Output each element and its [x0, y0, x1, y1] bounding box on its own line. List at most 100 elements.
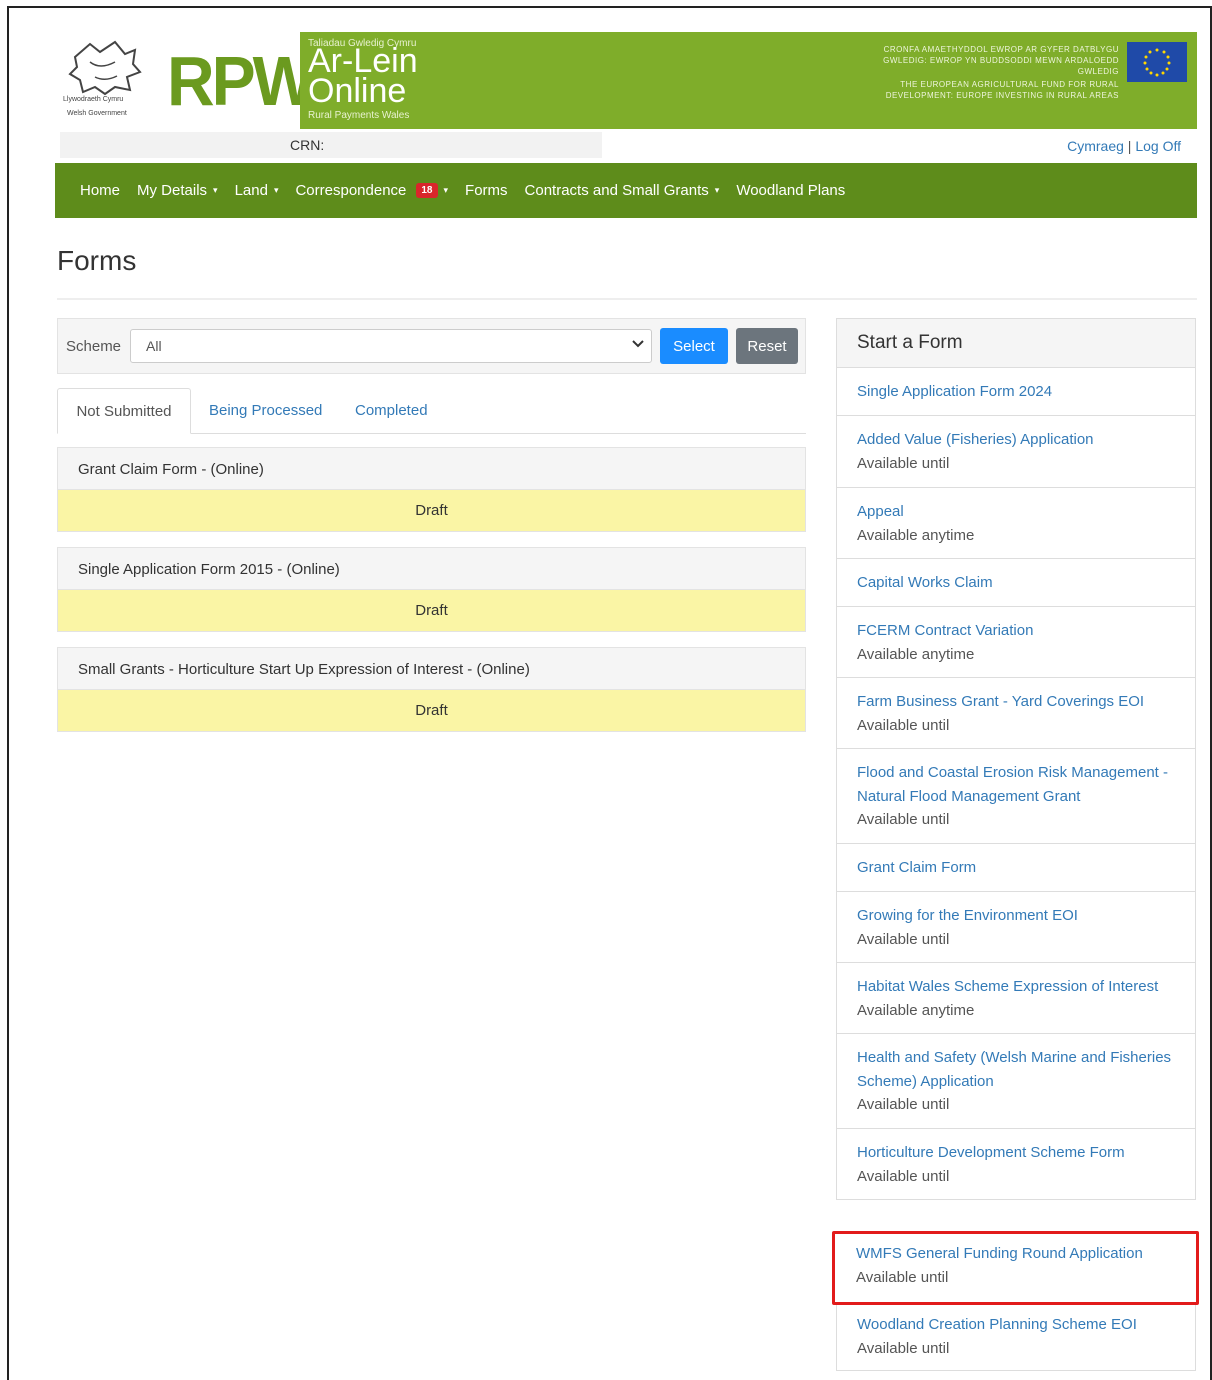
draft-card-title: Single Application Form 2015 - (Online)	[58, 548, 805, 590]
title-divider	[57, 298, 1197, 300]
form-availability: Available until	[857, 454, 950, 472]
form-list-item: Added Value (Fisheries) Application Avai…	[837, 416, 1195, 488]
gov-name-en: Welsh Government	[67, 110, 127, 117]
form-list-item: Flood and Coastal Erosion Risk Managemen…	[837, 749, 1195, 844]
nav-my-details-label: My Details	[137, 182, 208, 199]
form-link[interactable]: Woodland Creation Planning Scheme EOI	[857, 1313, 1195, 1337]
account-links: Cymraeg | Log Off	[1067, 138, 1181, 154]
nav-woodland-label: Woodland Plans	[736, 182, 846, 199]
site-header: Llywodraeth Cymru Welsh Government RPW T…	[45, 29, 1197, 132]
form-link[interactable]: Flood and Coastal Erosion Risk Managemen…	[857, 761, 1179, 808]
draft-status: Draft	[58, 690, 805, 731]
eu-funding-text: CRONFA AMAETHYDDOL EWROP AR GYFER DATBLY…	[869, 44, 1119, 101]
form-list-item: Capital Works Claim	[837, 559, 1195, 607]
form-list-item: Appeal Available anytime	[837, 488, 1195, 559]
form-availability: Available until	[857, 811, 950, 828]
scheme-label: Scheme	[66, 338, 122, 355]
crn-label: CRN:	[290, 137, 325, 153]
nav-land[interactable]: Land ▾	[235, 182, 279, 199]
page-title: Forms	[57, 245, 137, 276]
scheme-select[interactable]: All	[130, 329, 652, 363]
draft-card[interactable]: Small Grants - Horticulture Start Up Exp…	[57, 647, 806, 732]
start-form-heading: Start a Form	[837, 319, 1195, 368]
tab-completed[interactable]: Completed	[355, 388, 428, 434]
select-button[interactable]: Select	[660, 328, 728, 364]
form-link[interactable]: Appeal	[857, 500, 1195, 524]
form-availability: Available anytime	[857, 645, 975, 663]
eu-text-en: THE EUROPEAN AGRICULTURAL FUND FOR RURAL…	[885, 80, 1119, 100]
draft-card[interactable]: Grant Claim Form - (Online) Draft	[57, 447, 806, 532]
nav-contracts-label: Contracts and Small Grants	[524, 182, 709, 199]
form-link[interactable]: FCERM Contract Variation	[857, 619, 1195, 643]
nav-home[interactable]: Home	[80, 182, 120, 199]
form-availability: Available until	[857, 1167, 950, 1185]
nav-contracts[interactable]: Contracts and Small Grants ▾	[525, 182, 720, 199]
main-nav: Home My Details ▾ Land ▾ Correspondence 18 ▾…	[55, 163, 1197, 218]
form-availability: Available anytime	[857, 1001, 975, 1019]
logoff-link[interactable]: Log Off	[1135, 138, 1181, 154]
form-availability: Available until	[857, 1339, 950, 1357]
crn-background	[60, 132, 602, 158]
rpw-subtitle: Rural Payments Wales	[308, 110, 410, 121]
chevron-down-icon	[631, 336, 645, 353]
draft-card-title: Small Grants - Horticulture Start Up Exp…	[58, 648, 805, 690]
form-link[interactable]: Grant Claim Form	[857, 856, 1195, 880]
form-link[interactable]: Farm Business Grant - Yard Coverings EOI	[857, 690, 1195, 714]
form-link[interactable]: Horticulture Development Scheme Form	[857, 1141, 1195, 1165]
nav-my-details[interactable]: My Details ▾	[137, 182, 218, 199]
form-list-item: Single Application Form 2024	[837, 368, 1195, 416]
form-link[interactable]: Capital Works Claim	[857, 571, 1195, 595]
scheme-filter: Scheme All Select Reset	[57, 318, 806, 374]
draft-card[interactable]: Single Application Form 2015 - (Online) …	[57, 547, 806, 632]
draft-status: Draft	[58, 490, 805, 531]
nav-correspondence[interactable]: Correspondence 18 ▾	[295, 182, 448, 199]
nav-woodland-plans[interactable]: Woodland Plans	[736, 182, 845, 199]
draft-status: Draft	[58, 590, 805, 631]
form-link[interactable]: Health and Safety (Welsh Marine and Fish…	[857, 1046, 1179, 1093]
caret-down-icon: ▾	[443, 185, 449, 195]
rpw-logo[interactable]: RPW	[155, 29, 315, 132]
caret-down-icon: ▾	[273, 185, 279, 195]
arlein-banner: Taliadau Gwledig Cymru Ar-Lein Online Ru…	[300, 32, 1197, 129]
form-availability: Available anytime	[857, 526, 975, 544]
form-link[interactable]: Added Value (Fisheries) Application	[857, 428, 1195, 452]
nav-home-label: Home	[80, 182, 121, 199]
form-link[interactable]: Single Application Form 2024	[857, 380, 1195, 404]
reset-button[interactable]: Reset	[736, 328, 798, 364]
nav-land-label: Land	[234, 182, 268, 199]
form-list-item: Horticulture Development Scheme Form Ava…	[837, 1129, 1195, 1199]
red-highlight-box	[832, 1231, 1199, 1305]
draft-card-title: Grant Claim Form - (Online)	[58, 448, 805, 490]
form-list-item: Farm Business Grant - Yard Coverings EOI…	[837, 678, 1195, 749]
nav-forms-label: Forms	[465, 182, 508, 199]
status-tabs: Not Submitted Being Processed Completed	[57, 388, 806, 434]
form-availability: Available until	[857, 930, 950, 948]
nav-correspondence-label: Correspondence	[295, 182, 407, 199]
tab-not-submitted[interactable]: Not Submitted	[57, 388, 191, 434]
form-list-item: Health and Safety (Welsh Marine and Fish…	[837, 1034, 1195, 1129]
welsh-government-logo[interactable]: Llywodraeth Cymru Welsh Government	[45, 32, 155, 129]
eu-flag-icon	[1127, 42, 1187, 82]
scheme-selected-value: All	[146, 338, 162, 354]
form-list-item: Woodland Creation Planning Scheme EOI Av…	[836, 1305, 1196, 1371]
form-availability: Available until	[857, 1096, 950, 1113]
correspondence-badge: 18	[416, 183, 438, 198]
start-form-panel: Start a Form Single Application Form 202…	[836, 318, 1196, 1200]
arlein-line2: Online	[308, 72, 407, 110]
form-list-item: FCERM Contract Variation Available anyti…	[837, 607, 1195, 678]
form-availability: Available until	[857, 716, 950, 734]
form-list-item: Grant Claim Form	[837, 844, 1195, 892]
crn-bar: CRN: Cymraeg | Log Off	[60, 132, 1197, 160]
form-list-item: Habitat Wales Scheme Expression of Inter…	[837, 963, 1195, 1034]
nav-forms[interactable]: Forms	[465, 182, 508, 199]
eu-text-cy: CRONFA AMAETHYDDOL EWROP AR GYFER DATBLY…	[883, 45, 1119, 76]
form-list-item: Growing for the Environment EOI Availabl…	[837, 892, 1195, 963]
links-separator: |	[1127, 138, 1132, 154]
cymraeg-link[interactable]: Cymraeg	[1067, 138, 1124, 154]
form-link[interactable]: Habitat Wales Scheme Expression of Inter…	[857, 975, 1195, 999]
caret-down-icon: ▾	[714, 185, 720, 195]
tab-being-processed[interactable]: Being Processed	[209, 388, 322, 434]
caret-down-icon: ▾	[213, 185, 218, 195]
form-link[interactable]: Growing for the Environment EOI	[857, 904, 1195, 928]
gov-name-cy: Llywodraeth Cymru	[63, 96, 124, 103]
